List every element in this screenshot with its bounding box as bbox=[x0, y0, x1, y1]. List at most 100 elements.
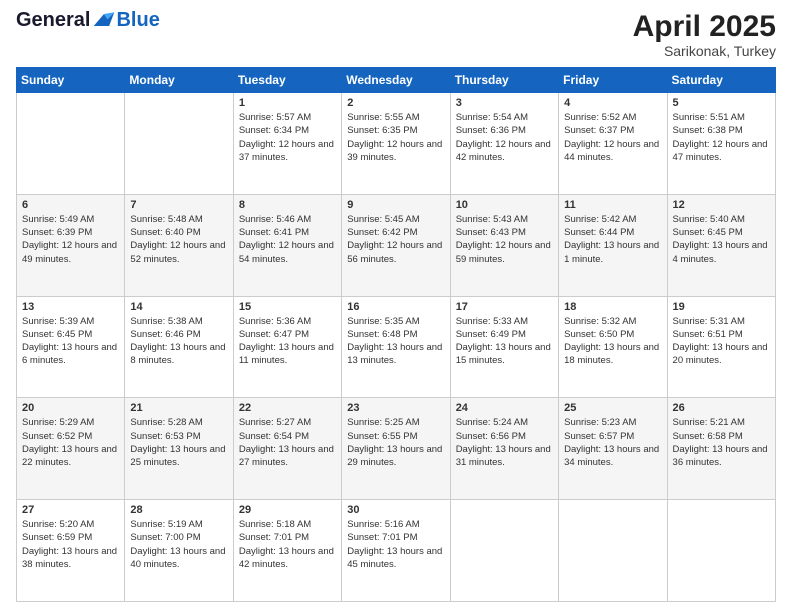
subtitle: Sarikonak, Turkey bbox=[633, 43, 776, 59]
calendar-cell: 29Sunrise: 5:18 AMSunset: 7:01 PMDayligh… bbox=[233, 500, 341, 602]
calendar-cell: 4 Sunrise: 5:52 AMSunset: 6:37 PMDaylight… bbox=[559, 93, 667, 195]
day-info: Sunrise: 5:38 AMSunset: 6:46 PMDaylight:… bbox=[130, 315, 227, 368]
calendar-cell: 2 Sunrise: 5:55 AMSunset: 6:35 PMDaylight… bbox=[342, 93, 450, 195]
calendar-cell: 26 Sunrise: 5:21 AMSunset: 6:58 PMDayligh… bbox=[667, 398, 775, 500]
logo: General Blue bbox=[16, 10, 160, 30]
calendar-cell: 14 Sunrise: 5:38 AMSunset: 6:46 PMDayligh… bbox=[125, 296, 233, 398]
day-number: 29 bbox=[239, 504, 336, 516]
day-header-friday: Friday bbox=[559, 68, 667, 93]
calendar-cell: 21Sunrise: 5:28 AMSunset: 6:53 PMDayligh… bbox=[125, 398, 233, 500]
calendar-cell: 8 Sunrise: 5:46 AMSunset: 6:41 PMDaylight… bbox=[233, 194, 341, 296]
day-number: 23 bbox=[347, 402, 444, 414]
day-header-thursday: Thursday bbox=[450, 68, 558, 93]
logo-general-text: General bbox=[16, 10, 90, 30]
calendar-cell: 9 Sunrise: 5:45 AMSunset: 6:42 PMDaylight… bbox=[342, 194, 450, 296]
day-info: Sunrise: 5:57 AMSunset: 6:34 PMDaylight:… bbox=[239, 111, 336, 164]
day-info: Sunrise: 5:54 AMSunset: 6:36 PMDaylight:… bbox=[456, 111, 553, 164]
day-number: 4 bbox=[564, 97, 661, 109]
calendar-cell: 17 Sunrise: 5:33 AMSunset: 6:49 PMDayligh… bbox=[450, 296, 558, 398]
calendar-cell bbox=[125, 93, 233, 195]
calendar-cell: 18 Sunrise: 5:32 AMSunset: 6:50 PMDayligh… bbox=[559, 296, 667, 398]
calendar-week-row: 1 Sunrise: 5:57 AMSunset: 6:34 PMDaylight… bbox=[17, 93, 776, 195]
calendar-cell: 30 Sunrise: 5:16 AMSunset: 7:01 PMDayligh… bbox=[342, 500, 450, 602]
calendar-cell: 23 Sunrise: 5:25 AMSunset: 6:55 PMDayligh… bbox=[342, 398, 450, 500]
day-number: 25 bbox=[564, 402, 661, 414]
day-info: Sunrise: 5:43 AMSunset: 6:43 PMDaylight:… bbox=[456, 213, 553, 266]
day-info: Sunrise: 5:32 AMSunset: 6:50 PMDaylight:… bbox=[564, 315, 661, 368]
calendar-cell bbox=[559, 500, 667, 602]
logo-area: General Blue bbox=[16, 10, 160, 30]
calendar-cell: 25Sunrise: 5:23 AMSunset: 6:57 PMDayligh… bbox=[559, 398, 667, 500]
day-number: 30 bbox=[347, 504, 444, 516]
day-info: Sunrise: 5:28 AMSunset: 6:53 PMDaylight:… bbox=[130, 416, 227, 469]
day-info: Sunrise: 5:27 AMSunset: 6:54 PMDaylight:… bbox=[239, 416, 336, 469]
calendar-cell: 19 Sunrise: 5:31 AMSunset: 6:51 PMDayligh… bbox=[667, 296, 775, 398]
day-info: Sunrise: 5:39 AMSunset: 6:45 PMDaylight:… bbox=[22, 315, 119, 368]
calendar-week-row: 13Sunrise: 5:39 AMSunset: 6:45 PMDayligh… bbox=[17, 296, 776, 398]
day-header-sunday: Sunday bbox=[17, 68, 125, 93]
day-number: 8 bbox=[239, 199, 336, 211]
day-number: 14 bbox=[130, 301, 227, 313]
day-info: Sunrise: 5:16 AMSunset: 7:01 PMDaylight:… bbox=[347, 518, 444, 571]
day-number: 27 bbox=[22, 504, 119, 516]
day-info: Sunrise: 5:29 AMSunset: 6:52 PMDaylight:… bbox=[22, 416, 119, 469]
day-number: 22 bbox=[239, 402, 336, 414]
logo-blue-text: Blue bbox=[116, 10, 159, 30]
day-info: Sunrise: 5:21 AMSunset: 6:58 PMDaylight:… bbox=[673, 416, 770, 469]
day-number: 28 bbox=[130, 504, 227, 516]
calendar-cell: 1 Sunrise: 5:57 AMSunset: 6:34 PMDaylight… bbox=[233, 93, 341, 195]
day-info: Sunrise: 5:46 AMSunset: 6:41 PMDaylight:… bbox=[239, 213, 336, 266]
calendar-week-row: 27 Sunrise: 5:20 AMSunset: 6:59 PMDayligh… bbox=[17, 500, 776, 602]
calendar-cell: 22 Sunrise: 5:27 AMSunset: 6:54 PMDayligh… bbox=[233, 398, 341, 500]
day-info: Sunrise: 5:52 AMSunset: 6:37 PMDaylight:… bbox=[564, 111, 661, 164]
day-info: Sunrise: 5:40 AMSunset: 6:45 PMDaylight:… bbox=[673, 213, 770, 266]
day-number: 2 bbox=[347, 97, 444, 109]
calendar-week-row: 20 Sunrise: 5:29 AMSunset: 6:52 PMDayligh… bbox=[17, 398, 776, 500]
day-info: Sunrise: 5:45 AMSunset: 6:42 PMDaylight:… bbox=[347, 213, 444, 266]
calendar-cell: 16 Sunrise: 5:35 AMSunset: 6:48 PMDayligh… bbox=[342, 296, 450, 398]
day-number: 16 bbox=[347, 301, 444, 313]
day-number: 11 bbox=[564, 199, 661, 211]
day-info: Sunrise: 5:19 AMSunset: 7:00 PMDaylight:… bbox=[130, 518, 227, 571]
day-number: 19 bbox=[673, 301, 770, 313]
day-number: 5 bbox=[673, 97, 770, 109]
day-info: Sunrise: 5:31 AMSunset: 6:51 PMDaylight:… bbox=[673, 315, 770, 368]
day-info: Sunrise: 5:35 AMSunset: 6:48 PMDaylight:… bbox=[347, 315, 444, 368]
day-info: Sunrise: 5:20 AMSunset: 6:59 PMDaylight:… bbox=[22, 518, 119, 571]
day-info: Sunrise: 5:33 AMSunset: 6:49 PMDaylight:… bbox=[456, 315, 553, 368]
page: General Blue April 2025 Sarikonak, Turke… bbox=[0, 0, 792, 612]
calendar-cell: 24 Sunrise: 5:24 AMSunset: 6:56 PMDayligh… bbox=[450, 398, 558, 500]
day-info: Sunrise: 5:25 AMSunset: 6:55 PMDaylight:… bbox=[347, 416, 444, 469]
day-info: Sunrise: 5:36 AMSunset: 6:47 PMDaylight:… bbox=[239, 315, 336, 368]
header: General Blue April 2025 Sarikonak, Turke… bbox=[16, 10, 776, 59]
calendar-cell: 15Sunrise: 5:36 AMSunset: 6:47 PMDayligh… bbox=[233, 296, 341, 398]
calendar-cell: 6 Sunrise: 5:49 AMSunset: 6:39 PMDaylight… bbox=[17, 194, 125, 296]
day-info: Sunrise: 5:42 AMSunset: 6:44 PMDaylight:… bbox=[564, 213, 661, 266]
calendar-cell: 11 Sunrise: 5:42 AMSunset: 6:44 PMDayligh… bbox=[559, 194, 667, 296]
day-info: Sunrise: 5:55 AMSunset: 6:35 PMDaylight:… bbox=[347, 111, 444, 164]
day-header-saturday: Saturday bbox=[667, 68, 775, 93]
day-number: 9 bbox=[347, 199, 444, 211]
calendar-cell: 7Sunrise: 5:48 AMSunset: 6:40 PMDaylight… bbox=[125, 194, 233, 296]
day-number: 20 bbox=[22, 402, 119, 414]
day-info: Sunrise: 5:48 AMSunset: 6:40 PMDaylight:… bbox=[130, 213, 227, 266]
day-number: 17 bbox=[456, 301, 553, 313]
calendar-cell: 5Sunrise: 5:51 AMSunset: 6:38 PMDaylight… bbox=[667, 93, 775, 195]
day-info: Sunrise: 5:49 AMSunset: 6:39 PMDaylight:… bbox=[22, 213, 119, 266]
day-number: 24 bbox=[456, 402, 553, 414]
calendar-cell: 27 Sunrise: 5:20 AMSunset: 6:59 PMDayligh… bbox=[17, 500, 125, 602]
day-number: 18 bbox=[564, 301, 661, 313]
calendar-cell bbox=[667, 500, 775, 602]
day-number: 1 bbox=[239, 97, 336, 109]
day-number: 12 bbox=[673, 199, 770, 211]
day-header-wednesday: Wednesday bbox=[342, 68, 450, 93]
calendar-cell: 10 Sunrise: 5:43 AMSunset: 6:43 PMDayligh… bbox=[450, 194, 558, 296]
day-number: 10 bbox=[456, 199, 553, 211]
day-number: 6 bbox=[22, 199, 119, 211]
calendar-cell: 28 Sunrise: 5:19 AMSunset: 7:00 PMDayligh… bbox=[125, 500, 233, 602]
day-number: 26 bbox=[673, 402, 770, 414]
calendar-cell: 20 Sunrise: 5:29 AMSunset: 6:52 PMDayligh… bbox=[17, 398, 125, 500]
day-info: Sunrise: 5:24 AMSunset: 6:56 PMDaylight:… bbox=[456, 416, 553, 469]
calendar-table: SundayMondayTuesdayWednesdayThursdayFrid… bbox=[16, 67, 776, 602]
day-number: 3 bbox=[456, 97, 553, 109]
